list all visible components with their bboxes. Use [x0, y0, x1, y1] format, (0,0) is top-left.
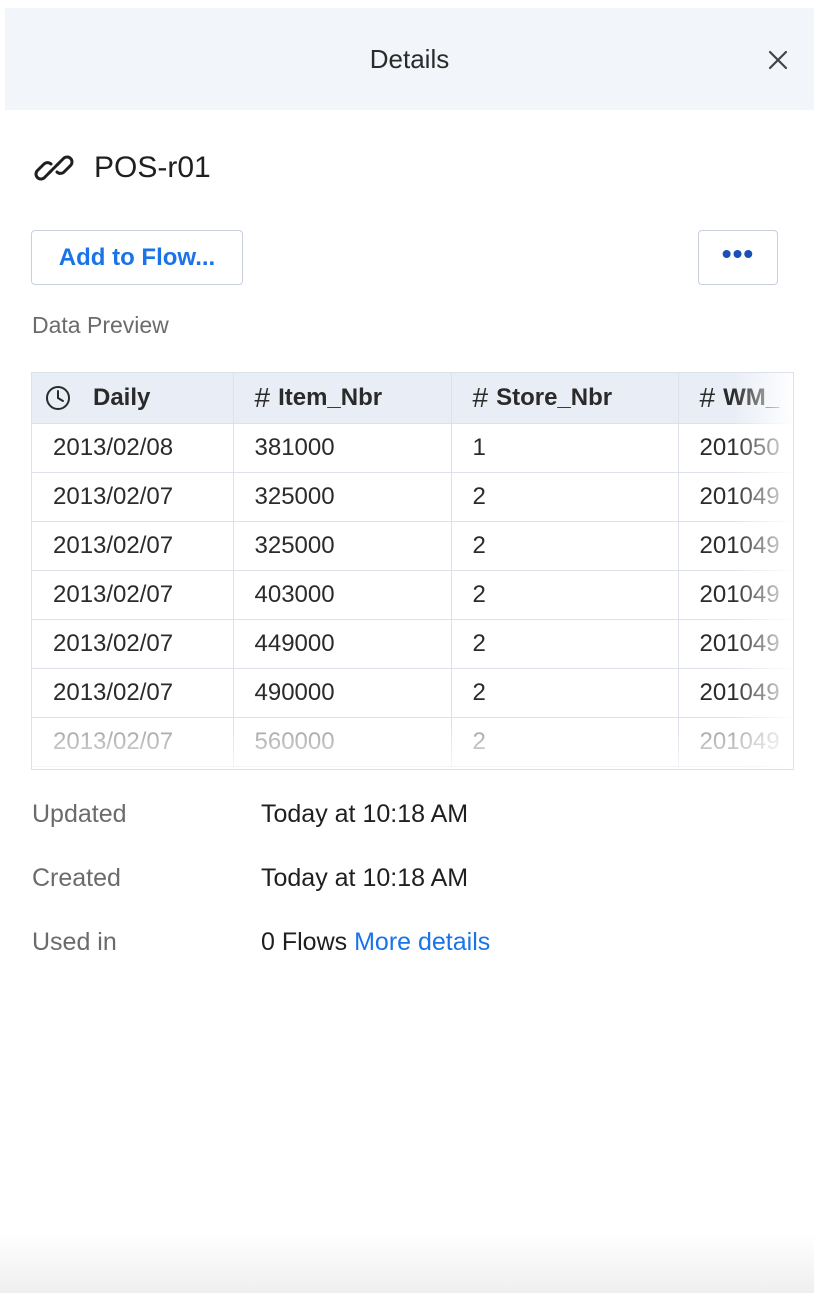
- table-row: 2013/02/08 381000 1 201050: [32, 423, 793, 473]
- table-cell: 2: [451, 521, 679, 571]
- column-name: Daily: [93, 383, 151, 411]
- table-cell: 201049: [678, 668, 793, 718]
- table-cell: 201050: [678, 423, 793, 473]
- data-preview-table[interactable]: Daily # Item_Nbr # Store_Nbr # WM_ 2013/…: [31, 372, 794, 770]
- table-row: 2013/02/07 325000 2 201049: [32, 521, 793, 571]
- bottom-shadow: [0, 1233, 814, 1293]
- close-icon: [768, 50, 788, 70]
- meta-row-used-in: Used in 0 Flows More details: [32, 928, 490, 992]
- table-cell: 2013/02/07: [32, 717, 234, 767]
- close-button[interactable]: [763, 45, 793, 75]
- table-cell: 2013/02/07: [32, 472, 234, 522]
- table-row: 2013/02/07 449000 2 201049: [32, 619, 793, 669]
- table-cell: 201049: [678, 472, 793, 522]
- flow-count: 0 Flows: [261, 928, 348, 956]
- clock-icon: [46, 385, 70, 410]
- meta-label: Updated: [32, 800, 127, 828]
- table-cell: 449000: [233, 619, 452, 669]
- table-cell: 2: [451, 570, 679, 620]
- column-name: Item_Nbr: [278, 383, 383, 411]
- column-header-item-nbr[interactable]: # Item_Nbr: [233, 373, 452, 424]
- meta-row-updated: Updated Today at 10:18 AM: [32, 800, 490, 864]
- table-cell: 2013/02/07: [32, 521, 234, 571]
- dataset-title-row: POS-r01: [32, 140, 211, 196]
- table-cell: 381000: [233, 423, 452, 473]
- number-type-icon: #: [699, 381, 716, 413]
- meta-row-created: Created Today at 10:18 AM: [32, 864, 490, 928]
- table-cell: 490000: [233, 668, 452, 718]
- data-preview-label: Data Preview: [32, 312, 169, 338]
- dataset-name: POS-r01: [94, 151, 211, 184]
- meta-value: Today at 10:18 AM: [261, 864, 469, 892]
- more-details-link[interactable]: More details: [354, 928, 490, 956]
- column-header-store-nbr[interactable]: # Store_Nbr: [451, 373, 679, 424]
- table-cell: 2013/02/07: [32, 668, 234, 718]
- link-icon: [34, 155, 74, 181]
- table-cell: 1: [451, 423, 679, 473]
- table-cell: 403000: [233, 570, 452, 620]
- details-panel: Details POS-r01 Add to Flow... ••• Data …: [0, 0, 814, 1293]
- table-row: 2013/02/07 490000 2 201049: [32, 668, 793, 718]
- table-cell: 201049: [678, 521, 793, 571]
- table-cell: 2: [451, 668, 679, 718]
- meta-label: Created: [32, 864, 121, 892]
- table-cell: 2: [451, 472, 679, 522]
- meta-value: Today at 10:18 AM: [261, 800, 469, 828]
- table-cell: 2013/02/08: [32, 423, 234, 473]
- table-cell: 201049: [678, 570, 793, 620]
- table-cell: 201049: [678, 619, 793, 669]
- table-cell: 325000: [233, 472, 452, 522]
- column-name: WM_: [723, 383, 780, 411]
- table-cell: 201049: [678, 717, 793, 767]
- table-row: 2013/02/07 560000 2 201049: [32, 717, 793, 767]
- column-header-wm[interactable]: # WM_: [678, 373, 793, 424]
- number-type-icon: #: [472, 381, 489, 413]
- table-cell: 560000: [233, 717, 452, 767]
- table-cell: 2013/02/07: [32, 570, 234, 620]
- table-header-row: Daily # Item_Nbr # Store_Nbr # WM_: [32, 373, 793, 424]
- metadata-list: Updated Today at 10:18 AM Created Today …: [32, 800, 490, 992]
- table-cell: 2: [451, 717, 679, 767]
- ellipsis-icon: •••: [721, 238, 755, 269]
- meta-value: 0 Flows More details: [261, 928, 490, 957]
- column-name: Store_Nbr: [496, 383, 613, 411]
- table-cell: 2: [451, 619, 679, 669]
- table-cell: 2013/02/07: [32, 619, 234, 669]
- table-row: 2013/02/07 325000 2 201049: [32, 472, 793, 522]
- table-cell: 325000: [233, 521, 452, 571]
- table-row: 2013/02/07 403000 2 201049: [32, 570, 793, 620]
- panel-header: Details: [5, 8, 814, 110]
- column-header-daily[interactable]: Daily: [32, 373, 234, 424]
- number-type-icon: #: [254, 381, 271, 413]
- more-actions-button[interactable]: •••: [698, 230, 778, 285]
- panel-title: Details: [369, 44, 450, 74]
- add-to-flow-button[interactable]: Add to Flow...: [31, 230, 243, 285]
- meta-label: Used in: [32, 928, 117, 956]
